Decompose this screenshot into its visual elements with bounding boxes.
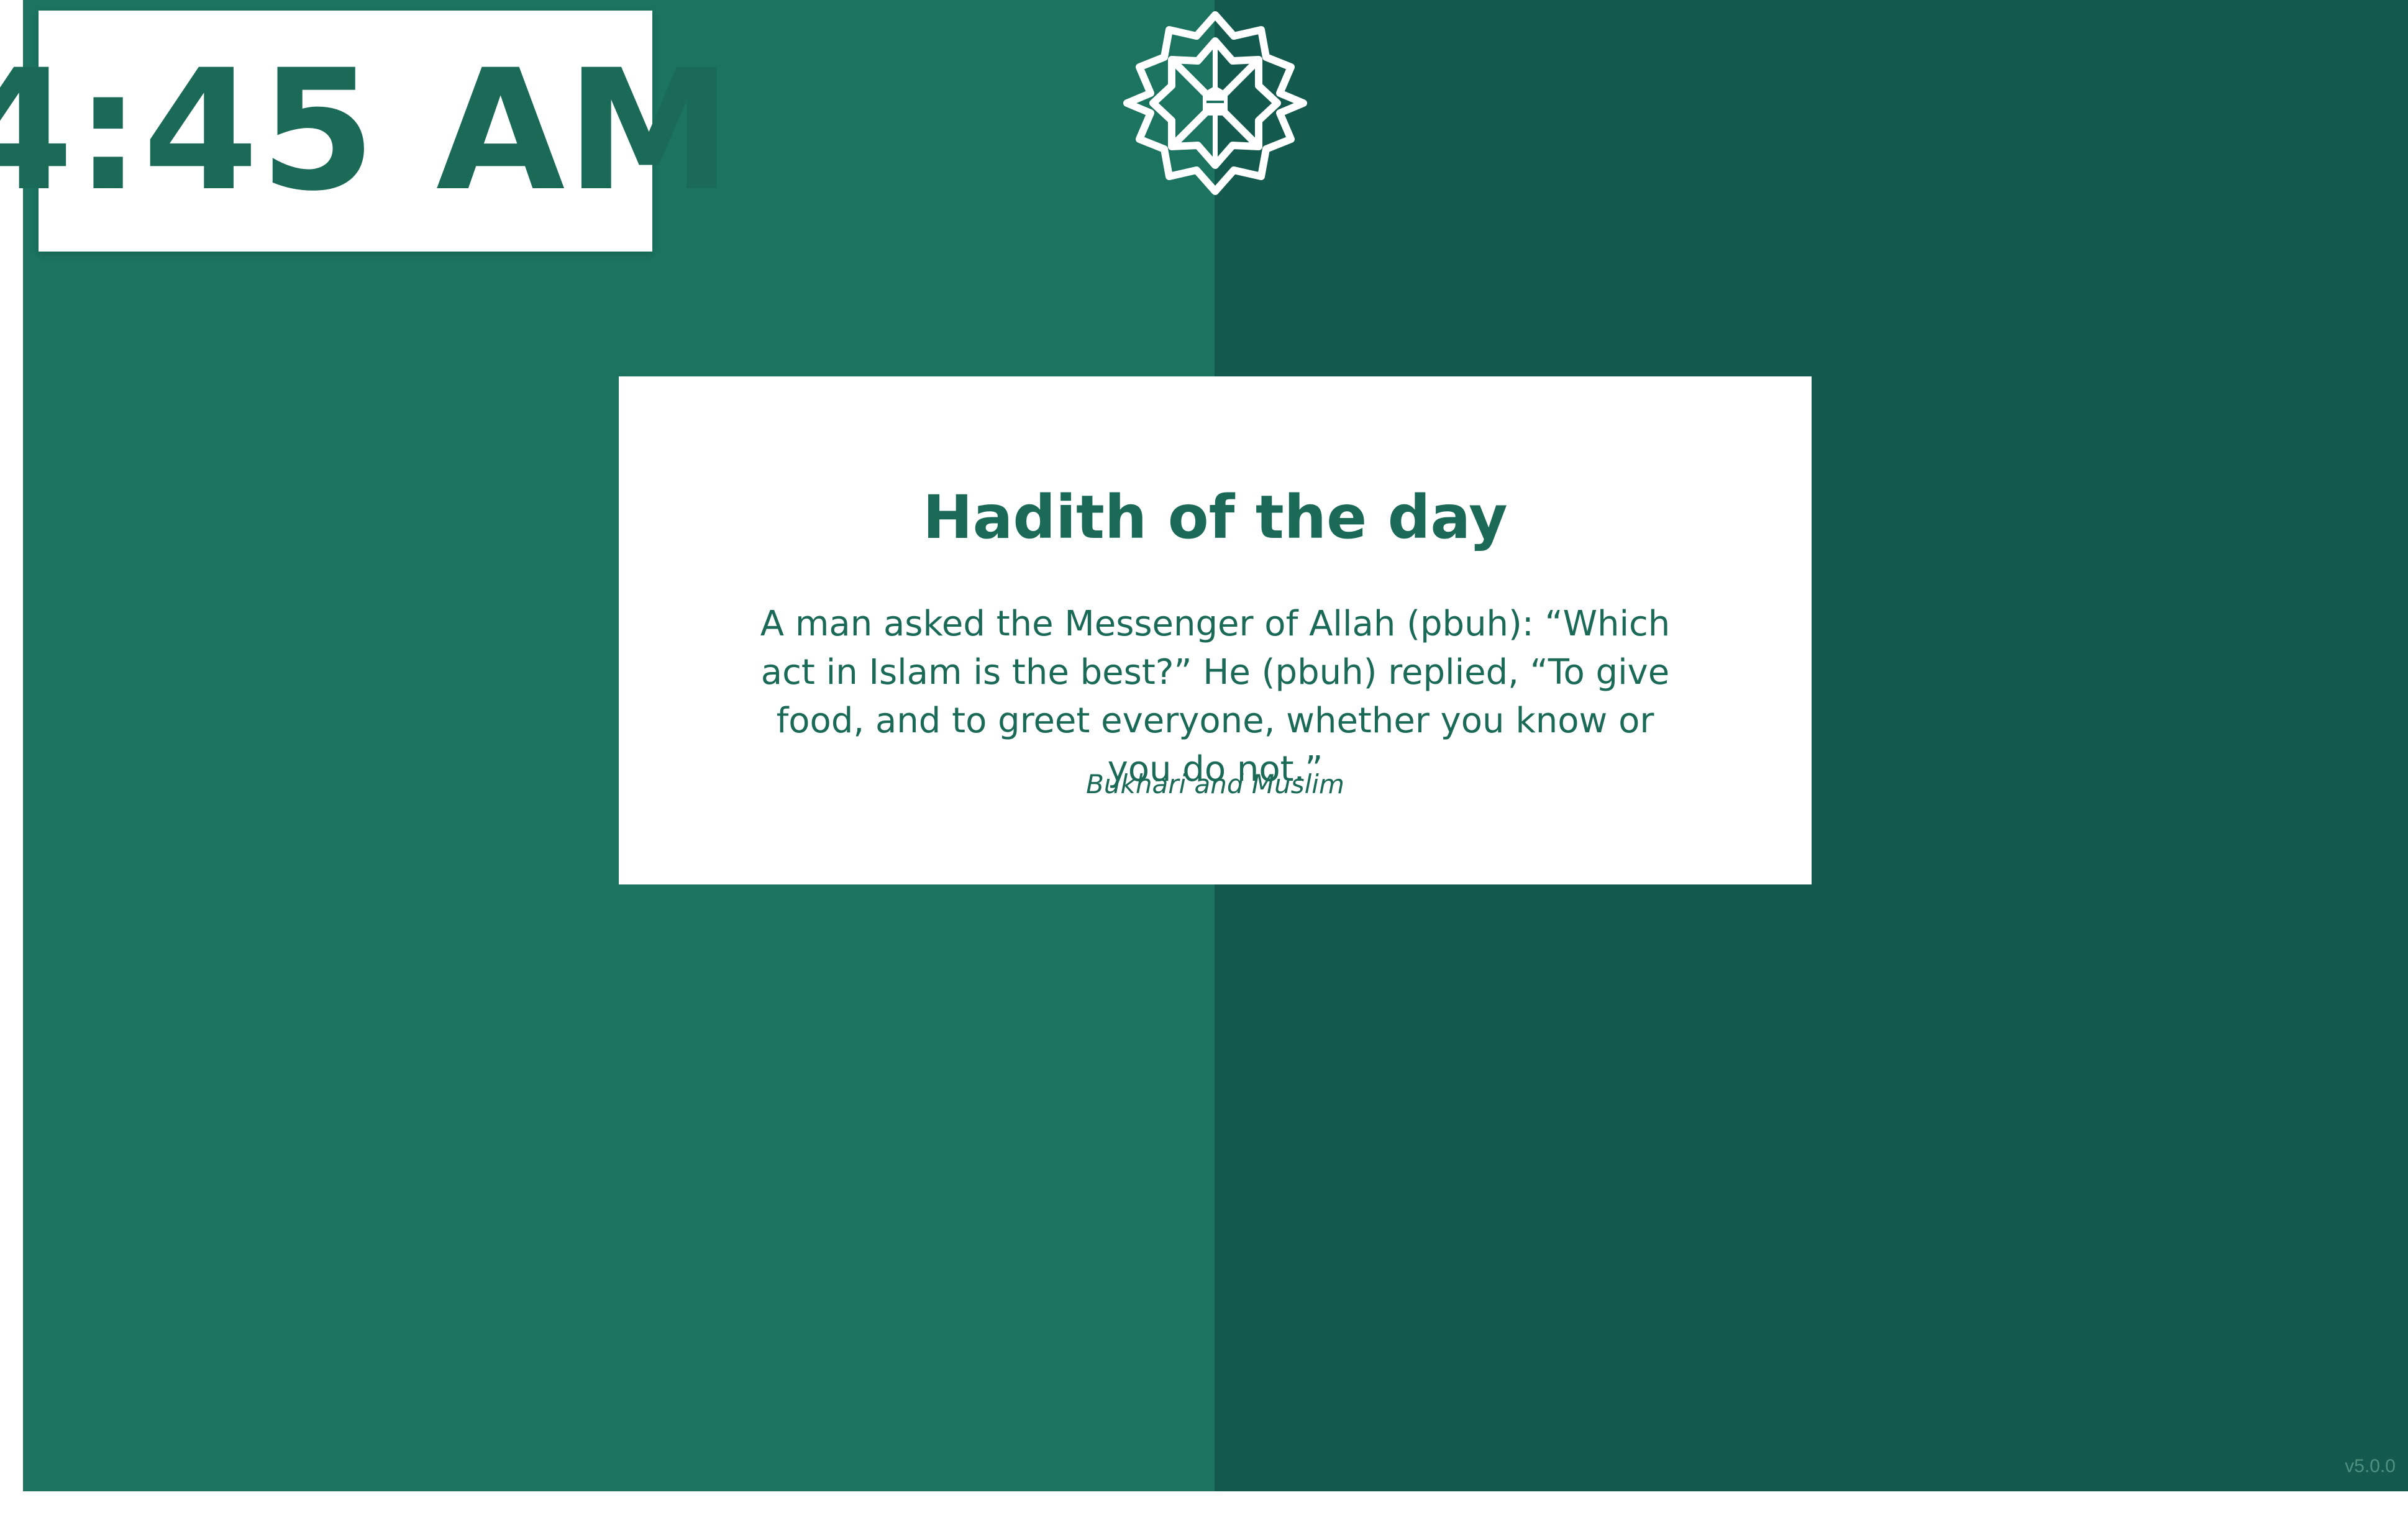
hadith-text: A man asked the Messenger of Allah (pbuh… — [760, 604, 1671, 789]
mosque-display-screen: 4:45 AM Hadith of the day A man asked th… — [0, 0, 2408, 1518]
hadith-source: Bukhari and Muslim — [1086, 769, 1344, 799]
islamic-star-kaaba-icon — [1122, 10, 1308, 196]
hadith-card: Hadith of the day A man asked the Messen… — [619, 376, 1812, 884]
clock-time: 4:45 AM — [0, 34, 734, 228]
hadith-title: Hadith of the day — [923, 483, 1508, 552]
version-label: v5.0.0 — [2345, 1456, 2396, 1476]
clock-card: 4:45 AM — [0, 11, 732, 252]
